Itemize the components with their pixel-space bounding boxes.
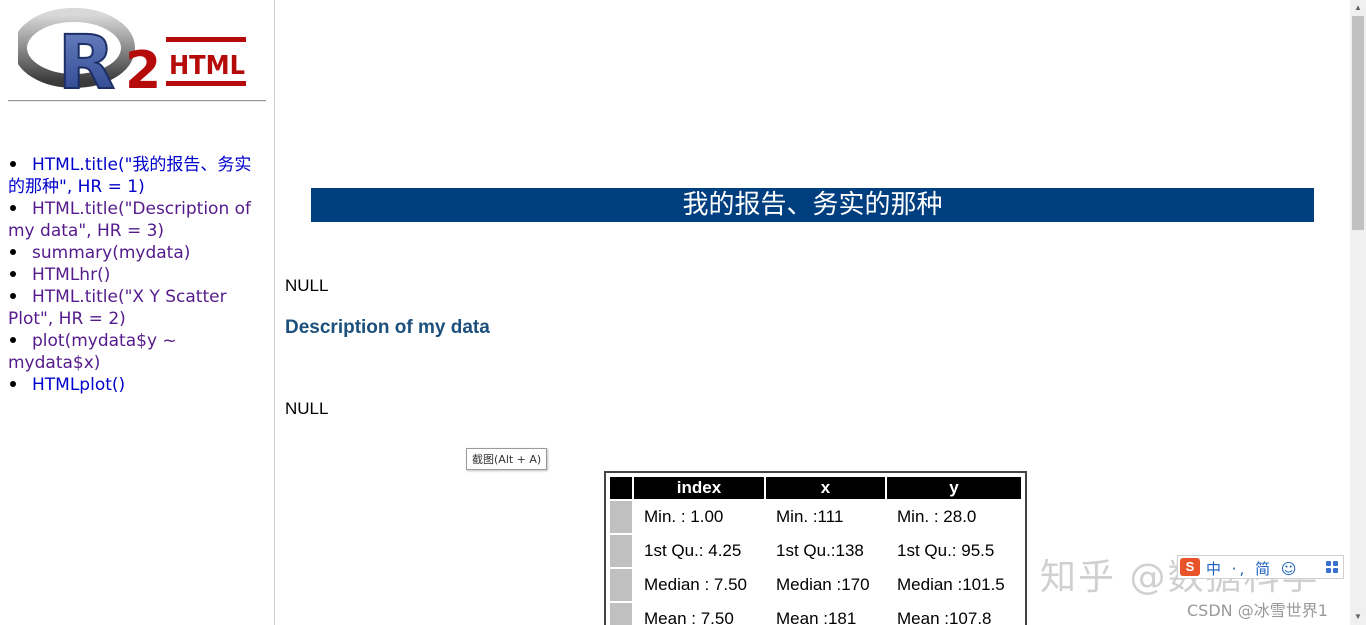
nav-link-htmlplot[interactable]: HTMLplot() [32, 375, 125, 395]
main-frame: 我的报告、务实的那种 NULL Description of my data N… [276, 0, 1350, 625]
logo-r-letter: R [58, 20, 115, 96]
scroll-down-icon[interactable]: ▼ [1350, 609, 1366, 625]
row-header-cell [610, 535, 632, 567]
bullet-icon [10, 292, 16, 299]
logo-bar-top [166, 37, 246, 42]
table-cell: Median :170 [776, 575, 870, 594]
table-cell: Median : 7.50 [644, 575, 748, 594]
null-output-1: NULL [285, 276, 329, 295]
nav-link-htmlhr[interactable]: HTMLhr() [32, 265, 110, 285]
column-header-y: y [887, 477, 1021, 499]
table-cell: Mean :181 [776, 609, 857, 625]
logo-bar-bottom [166, 81, 246, 86]
bullet-icon [10, 380, 16, 387]
scroll-up-icon[interactable]: ▲ [1350, 0, 1366, 16]
scrollbar-thumb[interactable] [1352, 16, 1364, 230]
navigation-list: HTML.title("我的报告、务实的那种", HR = 1) HTML.ti… [8, 154, 266, 396]
table-cell: 1st Qu.: 4.25 [644, 541, 742, 560]
logo-number: 2 [125, 41, 161, 96]
navigation-divider [8, 100, 266, 102]
table-cell: Min. :111 [776, 507, 844, 526]
csdn-watermark: CSDN @冰雪世界1 [1187, 601, 1328, 620]
navigation-frame: R 2 HTML HTML.title("我的报告、务实的那种", HR = 1… [0, 0, 275, 625]
table-header-row: index x y [610, 477, 1021, 499]
row-header-cell [610, 603, 632, 625]
column-header-x: x [766, 477, 885, 499]
nav-item: plot(mydata$y ~ mydata$x) [8, 330, 266, 374]
column-header-index: index [634, 477, 764, 499]
r2html-logo: R 2 HTML [13, 8, 250, 107]
nav-link-summary[interactable]: summary(mydata) [32, 243, 190, 263]
nav-link-plot[interactable]: plot(mydata$y ~ mydata$x) [8, 331, 177, 373]
bullet-icon [10, 204, 16, 211]
bullet-icon [10, 336, 16, 343]
table-row: Median : 7.50 Median :170 Median :101.5 [610, 569, 1021, 601]
nav-link-title-2[interactable]: HTML.title("X Y Scatter Plot", HR = 2) [8, 287, 227, 329]
browser-page: R 2 HTML HTML.title("我的报告、务实的那种", HR = 1… [0, 0, 1366, 625]
table-cell: Min. : 1.00 [644, 507, 724, 526]
nav-item: HTML.title("我的报告、务实的那种", HR = 1) [8, 154, 266, 198]
table-cell: 1st Qu.: 95.5 [897, 541, 995, 560]
table-corner-cell [610, 477, 632, 499]
screenshot-tooltip: 截图(Alt + A) [466, 448, 548, 470]
nav-item: HTML.title("Description of my data", HR … [8, 198, 266, 242]
row-header-cell [610, 501, 632, 533]
bullet-icon [10, 270, 16, 277]
logo-html-text: HTML [169, 51, 245, 81]
bullet-icon [10, 248, 16, 255]
table-row: Min. : 1.00 Min. :111 Min. : 28.0 [610, 501, 1021, 533]
summary-table: index x y Min. : 1.00 Min. :111 Min. : 2… [604, 471, 1027, 625]
nav-item: HTML.title("X Y Scatter Plot", HR = 2) [8, 286, 266, 330]
table-row: 1st Qu.: 4.25 1st Qu.:138 1st Qu.: 95.5 [610, 535, 1021, 567]
table-cell: Mean : 7.50 [644, 609, 734, 625]
nav-item: HTMLhr() [8, 264, 266, 286]
section-heading: Description of my data [285, 317, 490, 338]
ime-status-text[interactable]: 中 ·, 简 ☺ [1206, 558, 1299, 579]
vertical-scrollbar[interactable]: ▲ ▼ [1350, 0, 1366, 625]
nav-link-title-3[interactable]: HTML.title("Description of my data", HR … [8, 199, 251, 241]
sogou-logo-icon[interactable]: S [1180, 558, 1200, 576]
ime-grid-icon[interactable] [1326, 561, 1338, 573]
bullet-icon [10, 160, 16, 167]
nav-link-title-1[interactable]: HTML.title("我的报告、务实的那种", HR = 1) [8, 155, 251, 197]
null-output-2: NULL [285, 399, 329, 418]
table-cell: Median :101.5 [897, 575, 1005, 594]
row-header-cell [610, 569, 632, 601]
table-cell: Mean :107.8 [897, 609, 992, 625]
nav-item: HTMLplot() [8, 374, 266, 396]
ime-toolbar[interactable]: S 中 ·, 简 ☺ [1177, 555, 1344, 579]
table-cell: Min. : 28.0 [897, 507, 977, 526]
report-title: 我的报告、务实的那种 [311, 188, 1314, 222]
table-cell: 1st Qu.:138 [776, 541, 864, 560]
nav-item: summary(mydata) [8, 242, 266, 264]
table-row: Mean : 7.50 Mean :181 Mean :107.8 [610, 603, 1021, 625]
